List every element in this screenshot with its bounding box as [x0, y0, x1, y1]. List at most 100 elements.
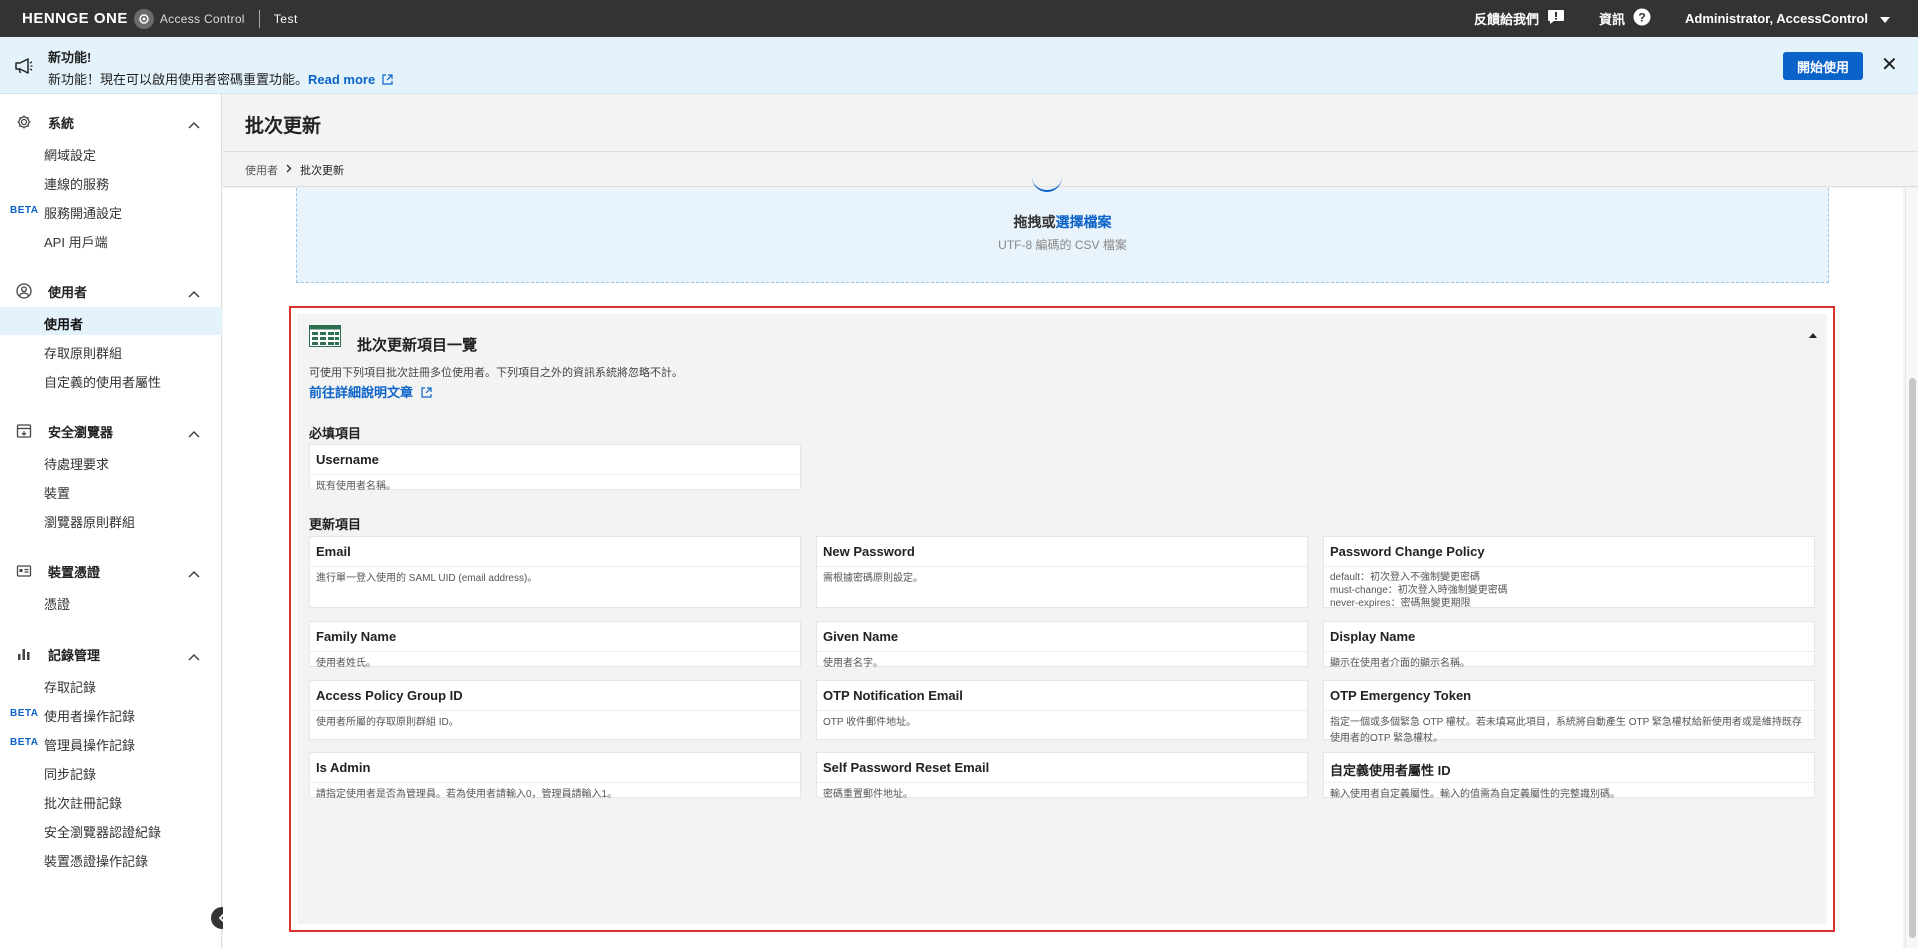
field-card-email: Email 進行單一登入使用的 SAML UID (email address)… [309, 536, 801, 608]
sidebar-section-system[interactable]: 系統 [0, 110, 222, 134]
card-divider [817, 566, 1307, 567]
required-items-title: 必填項目 [309, 426, 362, 441]
field-card-otp-notification-email: OTP Notification Email OTP 收件郵件地址。 [816, 680, 1308, 740]
items-panel-body: 批次更新項目一覽 可使用下列項目批次註冊多位使用者。下列項目之外的資訊系統將忽略… [297, 314, 1827, 924]
sidebar-item-pending-requests[interactable]: 待處理要求 [0, 447, 222, 475]
card-divider [310, 474, 800, 475]
brand-logo[interactable]: HENNGE ONE Access Control Test [22, 8, 298, 29]
breadcrumb-users[interactable]: 使用者 [245, 162, 278, 178]
banner-text: 新功能！現在可以啟用使用者密碼重置功能。Read more [48, 69, 393, 88]
field-card-custom-user-attribute-id: 自定義使用者屬性 ID 輸入使用者自定義屬性。輸入的值需為自定義屬性的完整識別碼… [1323, 752, 1815, 800]
field-name: Username [316, 452, 379, 467]
card-divider [310, 651, 800, 652]
header-divider [223, 151, 1918, 152]
info-button[interactable]: 資訊 ? [1599, 8, 1651, 29]
browser-icon [16, 423, 32, 439]
sidebar-item-label: 憑證 [44, 597, 71, 612]
feedback-button[interactable]: 反饋給我們 [1474, 9, 1565, 28]
field-card-is-admin: Is Admin 請指定使用者是否為管理員。若為使用者請輸入0，管理員請輸入1。 [309, 752, 801, 800]
external-link-icon [379, 72, 393, 87]
csv-dropzone[interactable]: 拖拽或選擇檔案 UTF-8 編碼的 CSV 檔案 [296, 188, 1829, 283]
sidebar: 系統 網域設定 連線的服務 BETA 服務開通設定 API 用戶端 使用者 使用者… [0, 94, 222, 948]
sidebar-section-label: 系統 [48, 115, 75, 131]
sidebar-item-admin-operation-logs[interactable]: BETA 管理員操作記錄 [0, 728, 222, 756]
sidebar-item-access-policy-groups[interactable]: 存取原則群組 [0, 336, 222, 364]
detail-article-label: 前往詳細說明文章 [309, 385, 414, 400]
field-description: 請指定使用者是否為管理員。若為使用者請輸入0，管理員請輸入1。 [316, 789, 618, 800]
sidebar-item-device-certificate-logs[interactable]: 裝置憑證操作記錄 [0, 844, 222, 872]
field-card-display-name: Display Name 顯示在使用者介面的顯示名稱。 [1323, 621, 1815, 669]
field-name: Display Name [1330, 629, 1416, 644]
sidebar-item-label: 自定義的使用者屬性 [44, 375, 162, 390]
card-divider [310, 710, 800, 711]
table-icon [309, 325, 341, 352]
sidebar-item-devices[interactable]: 裝置 [0, 476, 222, 504]
sidebar-item-certificates[interactable]: 憑證 [0, 587, 222, 615]
field-card-new-password: New Password 需根據密碼原則設定。 [816, 536, 1308, 608]
henngeone-logo-icon [133, 8, 154, 29]
sidebar-item-custom-user-attributes[interactable]: 自定義的使用者屬性 [0, 365, 222, 393]
read-more-link[interactable]: Read more [308, 72, 393, 87]
card-divider [1324, 566, 1814, 567]
sidebar-section-secure-browser[interactable]: 安全瀏覽器 [0, 419, 222, 443]
scrollbar-thumb[interactable] [1909, 378, 1916, 938]
sidebar-item-batch-registration-logs[interactable]: 批次註冊記錄 [0, 786, 222, 814]
dropzone-text: 拖拽或 [1013, 214, 1056, 230]
sidebar-item-user-operation-logs[interactable]: BETA 使用者操作記錄 [0, 699, 222, 727]
chevron-up-icon [188, 285, 200, 303]
select-file-link[interactable]: 選擇檔案 [1056, 214, 1112, 230]
card-divider [310, 782, 800, 783]
read-more-label: Read more [308, 72, 376, 87]
sidebar-item-secure-browser-auth-logs[interactable]: 安全瀏覽器認證紀錄 [0, 815, 222, 843]
field-card-otp-emergency-token: OTP Emergency Token 指定一個或多個緊急 OTP 權杖。若未填… [1323, 680, 1815, 744]
product-name: Access Control [159, 11, 245, 26]
dropzone-instruction: 拖拽或選擇檔案 [297, 212, 1828, 232]
field-description: 既有使用者名稱。 [316, 481, 396, 492]
close-icon[interactable]: ✕ [1881, 54, 1898, 76]
items-description: 可使用下列項目批次註冊多位使用者。下列項目之外的資訊系統將忽略不計。 [309, 367, 683, 379]
start-using-button[interactable]: 開始使用 [1783, 52, 1863, 80]
sidebar-item-domain-settings[interactable]: 網域設定 [0, 138, 222, 166]
sidebar-item-label: 管理員操作記錄 [44, 738, 136, 753]
chevron-up-icon [188, 116, 200, 134]
sidebar-item-label: 安全瀏覽器認證紀錄 [44, 825, 162, 840]
sidebar-item-provisioning-settings[interactable]: BETA 服務開通設定 [0, 196, 222, 224]
main-content: 拖拽或選擇檔案 UTF-8 編碼的 CSV 檔案 批次更新項目一覽 可使用下列項… [223, 188, 1903, 948]
chevron-up-icon [188, 565, 200, 583]
sidebar-item-access-logs[interactable]: 存取記錄 [0, 670, 222, 698]
sidebar-section-log-management[interactable]: 記錄管理 [0, 642, 222, 666]
megaphone-icon [14, 57, 34, 80]
brand-name: HENNGE ONE [22, 10, 128, 27]
tenant-name: Test [273, 11, 298, 26]
sidebar-section-label: 使用者 [48, 284, 88, 300]
sidebar-item-users[interactable]: 使用者 [0, 307, 222, 335]
sidebar-item-sync-logs[interactable]: 同步記錄 [0, 757, 222, 785]
items-panel-title: 批次更新項目一覽 [357, 337, 478, 354]
field-description: OTP 收件郵件地址。 [823, 717, 917, 728]
external-link-icon [417, 385, 432, 400]
field-name: OTP Notification Email [823, 688, 963, 703]
sidebar-section-device-certificates[interactable]: 裝置憑證 [0, 559, 222, 583]
field-description: 顯示在使用者介面的顯示名稱。 [1330, 658, 1470, 669]
page-header: 批次更新 使用者 批次更新 [223, 94, 1918, 187]
sidebar-item-connected-services[interactable]: 連線的服務 [0, 167, 222, 195]
upload-icon [1032, 172, 1062, 192]
sidebar-item-label: 裝置憑證操作記錄 [44, 854, 149, 869]
feedback-label: 反饋給我們 [1473, 12, 1539, 27]
brand-divider [258, 9, 260, 28]
card-divider [817, 710, 1307, 711]
sidebar-item-api-clients[interactable]: API 用戶端 [0, 225, 222, 253]
detail-article-link[interactable]: 前往詳細說明文章 [309, 382, 432, 401]
sidebar-section-label: 安全瀏覽器 [48, 424, 114, 440]
collapse-caret-up-icon[interactable] [1809, 330, 1817, 341]
sidebar-item-browser-policy-groups[interactable]: 瀏覽器原則群組 [0, 505, 222, 533]
sidebar-section-users[interactable]: 使用者 [0, 279, 222, 303]
page-title: 批次更新 [245, 116, 322, 137]
vertical-scrollbar[interactable] [1905, 188, 1918, 948]
feature-banner: 新功能! 新功能！現在可以啟用使用者密碼重置功能。Read more 開始使用 … [0, 37, 1918, 94]
field-description: 使用者所屬的存取原則群組 ID。 [316, 717, 459, 728]
certificate-icon [16, 563, 32, 579]
field-name: Family Name [316, 629, 397, 644]
user-menu[interactable]: Administrator, AccessControl [1685, 11, 1890, 26]
field-description: 輸入使用者自定義屬性。輸入的值需為自定義屬性的完整識別碼。 [1330, 789, 1620, 800]
